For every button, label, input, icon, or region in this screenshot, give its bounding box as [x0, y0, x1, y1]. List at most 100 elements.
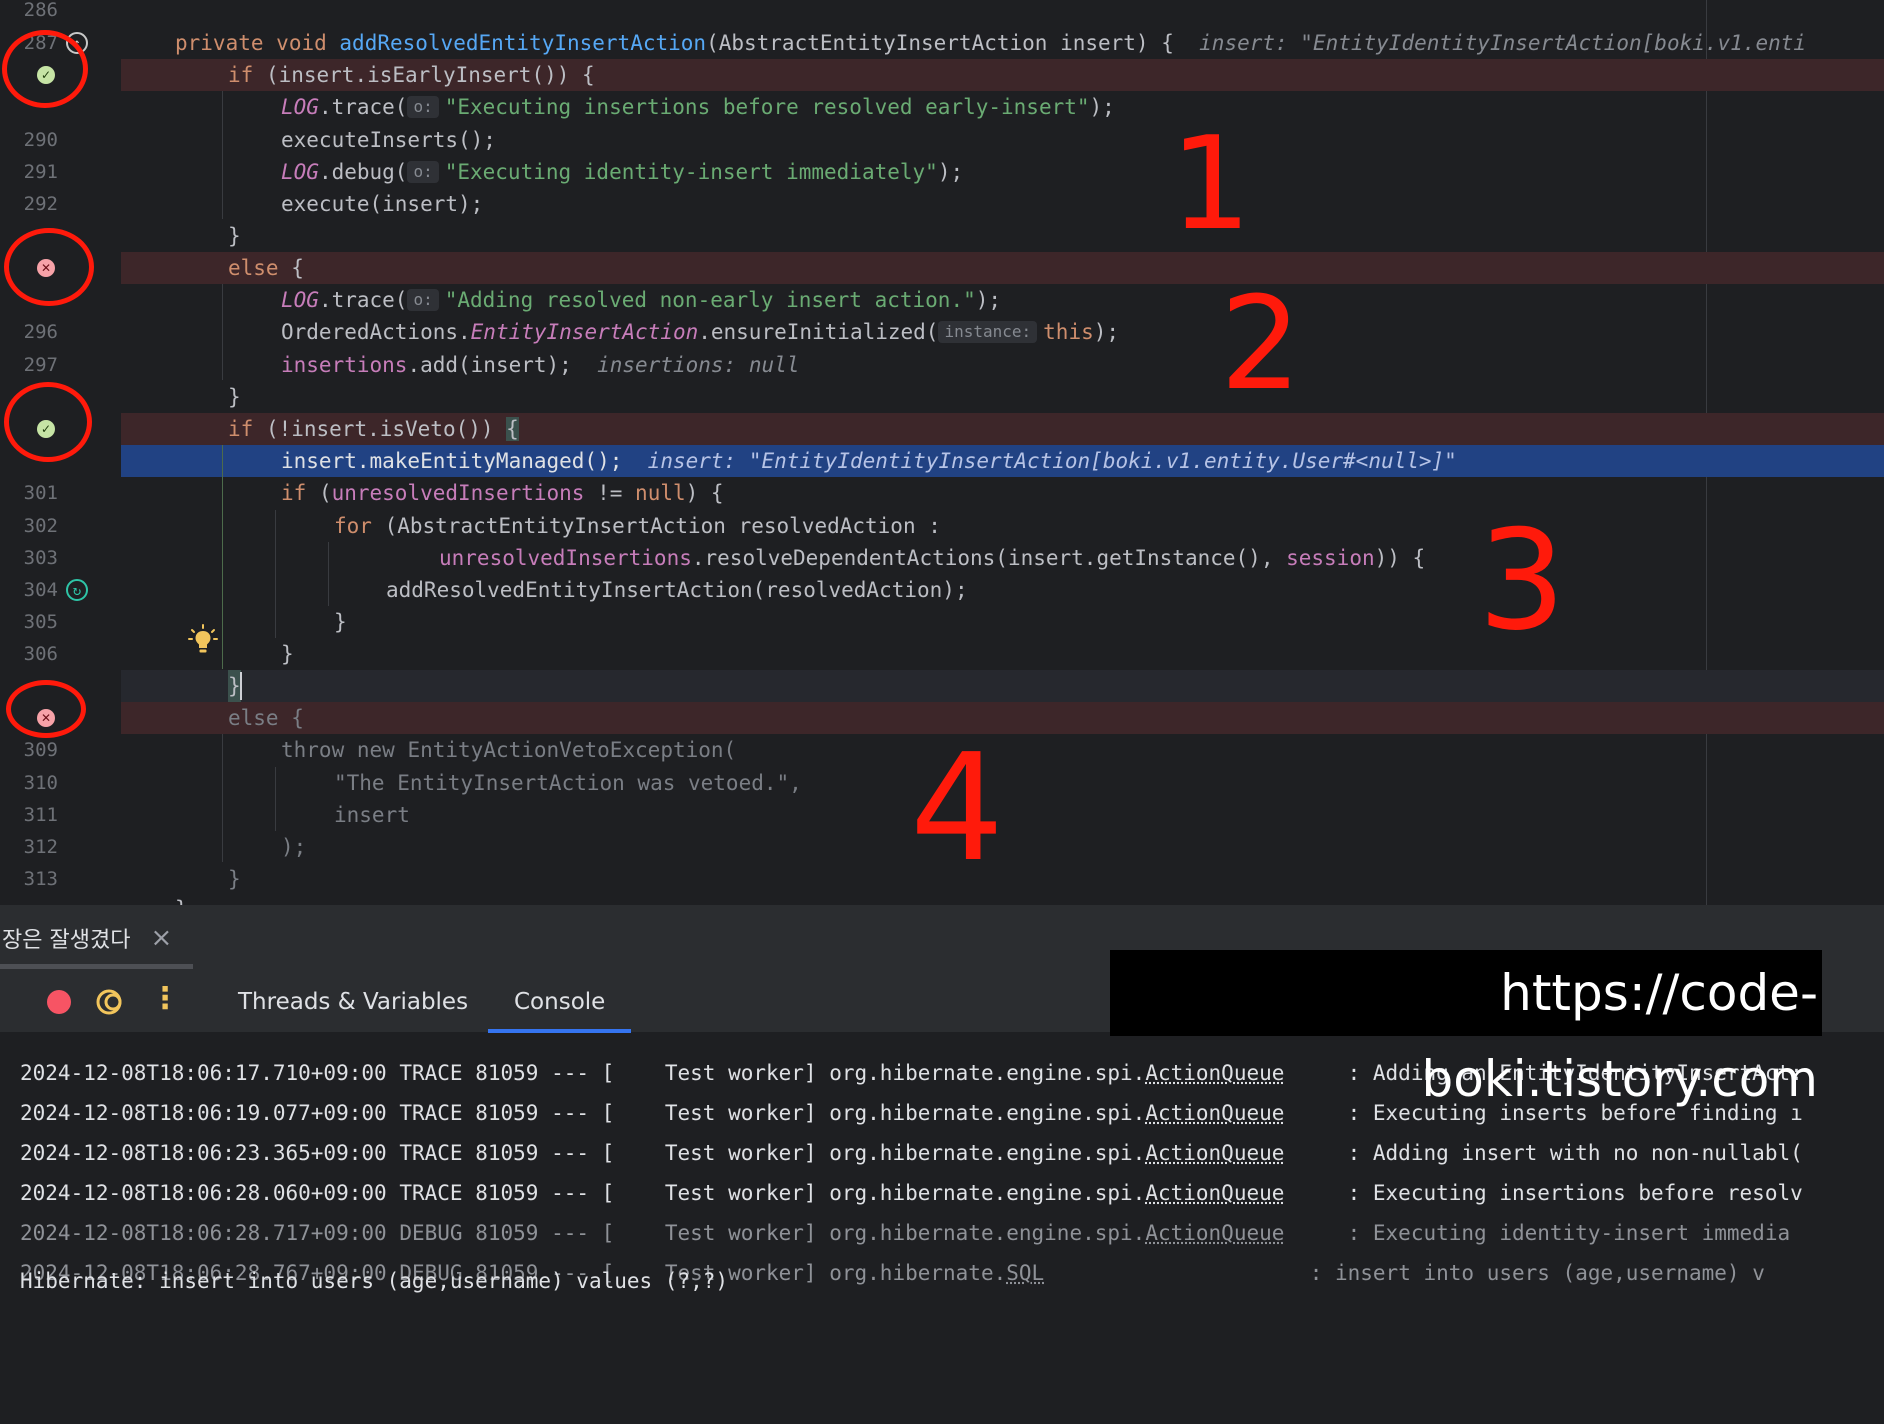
- line-number: 286: [0, 0, 58, 26]
- argument: insert: [334, 799, 410, 831]
- method-call: .add(insert);: [407, 353, 571, 377]
- ensure-initialized-call[interactable]: OrderedActions.EntityInsertAction.ensure…: [281, 316, 1119, 348]
- log-timestamp: 2024-12-08T18:06:17.710+09:00: [20, 1061, 387, 1085]
- caret-line-highlight: [121, 670, 1884, 702]
- line-number: 313: [0, 863, 58, 895]
- code-line-304[interactable]: 304 ↻ addResolvedEntityInsertAction(reso…: [0, 574, 1884, 606]
- if-unresolved[interactable]: if (unresolvedInsertions != null) {: [281, 477, 724, 509]
- code-line-292[interactable]: 292 execute(insert);: [0, 188, 1884, 220]
- string-literal: "Executing insertions before resolved ea…: [445, 95, 1090, 119]
- if-not-veto[interactable]: if (!insert.isVeto()) {: [228, 413, 519, 445]
- matched-closing-brace: }: [228, 670, 241, 702]
- annotation-circle: [4, 382, 92, 462]
- field-ref: session: [1286, 546, 1375, 570]
- log-separator: --- [: [551, 1141, 614, 1165]
- stop-icon[interactable]: [44, 987, 74, 1017]
- for-loop[interactable]: for (AbstractEntityInsertAction resolved…: [334, 510, 941, 542]
- debug-session-tab[interactable]: 장은 잘생겼다 ×: [0, 906, 188, 969]
- keyword-if: if: [281, 481, 306, 505]
- execute-inserts-call[interactable]: executeInserts();: [281, 124, 496, 156]
- text-caret: [240, 672, 242, 700]
- inlay-debug-value: insert: "EntityIdentityInsertAction[boki…: [1199, 31, 1806, 55]
- code-line-302[interactable]: 302 for (AbstractEntityInsertAction reso…: [0, 510, 1884, 542]
- close-icon[interactable]: ×: [150, 923, 172, 953]
- method-call: .trace(: [319, 288, 408, 312]
- else-branch[interactable]: else {: [228, 252, 304, 284]
- code-line-286[interactable]: 286: [0, 0, 1884, 26]
- code-line-303[interactable]: 303 unresolvedInsertions.resolveDependen…: [0, 542, 1884, 574]
- code-line-307[interactable]: }: [0, 670, 1884, 702]
- code-line-296[interactable]: 296 OrderedActions.EntityInsertAction.en…: [0, 316, 1884, 348]
- method-call: insert.makeEntityManaged();: [281, 449, 622, 473]
- method-call: .trace(: [319, 95, 408, 119]
- code-line-295[interactable]: LOG.trace(o: "Adding resolved non-early i…: [0, 284, 1884, 316]
- line-number: 312: [0, 831, 58, 863]
- code-line-298[interactable]: }: [0, 381, 1884, 413]
- else-veto-branch[interactable]: else {: [228, 702, 304, 734]
- sql-output-line: Hibernate: insert into users (age,userna…: [20, 1261, 728, 1301]
- log-separator: --- [: [551, 1181, 614, 1205]
- insertions-add-call[interactable]: insertions.add(insert); insertions: null: [281, 349, 799, 381]
- log-logger-class: ActionQueue: [1145, 1141, 1284, 1165]
- code-line-289[interactable]: LOG.trace(o: "Executing insertions before…: [0, 91, 1884, 123]
- closing-brace: }: [334, 606, 347, 638]
- make-entity-managed-call[interactable]: insert.makeEntityManaged(); insert: "Ent…: [281, 445, 1457, 477]
- code-line-305[interactable]: 305 }: [0, 606, 1884, 638]
- execute-insert-call[interactable]: execute(insert);: [281, 188, 483, 220]
- breakpoint-highlight: [121, 252, 1884, 284]
- code-line-294[interactable]: ✕ else {: [0, 252, 1884, 284]
- annotation-number-4: 4: [910, 722, 1004, 894]
- code-line-293[interactable]: }: [0, 220, 1884, 252]
- throw-statement[interactable]: throw new EntityActionVetoException(: [281, 734, 736, 766]
- code-line-300[interactable]: insert.makeEntityManaged(); insert: "Ent…: [0, 445, 1884, 477]
- log-separator: --- [: [551, 1221, 614, 1245]
- method-signature[interactable]: private void addResolvedEntityInsertActi…: [175, 27, 1806, 59]
- code-line-291[interactable]: 291 LOG.debug(o: "Executing identity-inse…: [0, 156, 1884, 188]
- keyword-if: if: [228, 63, 253, 87]
- line-number: 306: [0, 638, 58, 670]
- log-debug-statement[interactable]: LOG.debug(o: "Executing identity-insert i…: [281, 156, 963, 188]
- keyword-void: void: [276, 31, 327, 55]
- code-line-290[interactable]: 290 executeInserts();: [0, 124, 1884, 156]
- punctuation: );: [1094, 320, 1119, 344]
- log-separator: --- [: [551, 1101, 614, 1125]
- code-line-287[interactable]: 287 ↑ private void addResolvedEntityInse…: [0, 27, 1884, 59]
- method-call: .ensureInitialized(: [698, 320, 938, 344]
- session-title: 장은 잘생겼다: [0, 922, 130, 954]
- tab-console[interactable]: Console: [488, 985, 631, 1033]
- log-field: LOG: [281, 288, 319, 312]
- exception-ctor: EntityActionVetoException(: [395, 738, 736, 762]
- code-line-314[interactable]: }: [0, 893, 1884, 905]
- code-editor[interactable]: 286 287 ↑ private void addResolvedEntity…: [0, 0, 1884, 905]
- if-early-insert[interactable]: if (insert.isEarlyInsert()) {: [228, 59, 595, 91]
- line-number: 303: [0, 542, 58, 574]
- log-pid: 81059: [475, 1101, 538, 1125]
- more-vertical-icon[interactable]: ⋮: [150, 981, 180, 1011]
- code-line-288[interactable]: ✓ if (insert.isEarlyInsert()) {: [0, 59, 1884, 91]
- resolve-dependent-actions[interactable]: unresolvedInsertions.resolveDependentAct…: [439, 542, 1425, 574]
- tab-threads-variables[interactable]: Threads & Variables: [238, 985, 468, 1033]
- log-logger-class: SQL: [1006, 1261, 1044, 1285]
- line-number: 304: [0, 574, 58, 606]
- log-trace-statement[interactable]: LOG.trace(o: "Executing insertions before…: [281, 91, 1115, 123]
- mute-breakpoints-icon[interactable]: [94, 987, 124, 1017]
- code-line-301[interactable]: 301 if (unresolvedInsertions != null) {: [0, 477, 1884, 509]
- method-call: .debug(: [319, 160, 408, 184]
- code-line-306[interactable]: 306 }: [0, 638, 1884, 670]
- recursion-icon[interactable]: ↻: [66, 579, 88, 601]
- lightbulb-icon[interactable]: [188, 624, 218, 658]
- line-number: 301: [0, 477, 58, 509]
- inlay-debug-value: insertions: null: [597, 353, 799, 377]
- field-ref: unresolvedInsertions: [439, 546, 692, 570]
- recursive-call[interactable]: addResolvedEntityInsertAction(resolvedAc…: [386, 574, 968, 606]
- code-line-297[interactable]: 297 insertions.add(insert); insertions: …: [0, 349, 1884, 381]
- log-timestamp: 2024-12-08T18:06:28.060+09:00: [20, 1181, 387, 1205]
- log-trace-statement[interactable]: LOG.trace(o: "Adding resolved non-early i…: [281, 284, 1001, 316]
- keyword-if: if: [228, 417, 253, 441]
- code-line-299[interactable]: ✓ if (!insert.isVeto()) {: [0, 413, 1884, 445]
- log-logger-class: ActionQueue: [1145, 1101, 1284, 1125]
- log-separator: --- [: [551, 1061, 614, 1085]
- log-timestamp: 2024-12-08T18:06:23.365+09:00: [20, 1141, 387, 1165]
- log-field: LOG: [281, 95, 319, 119]
- log-timestamp: 2024-12-08T18:06:28.717+09:00: [20, 1221, 387, 1245]
